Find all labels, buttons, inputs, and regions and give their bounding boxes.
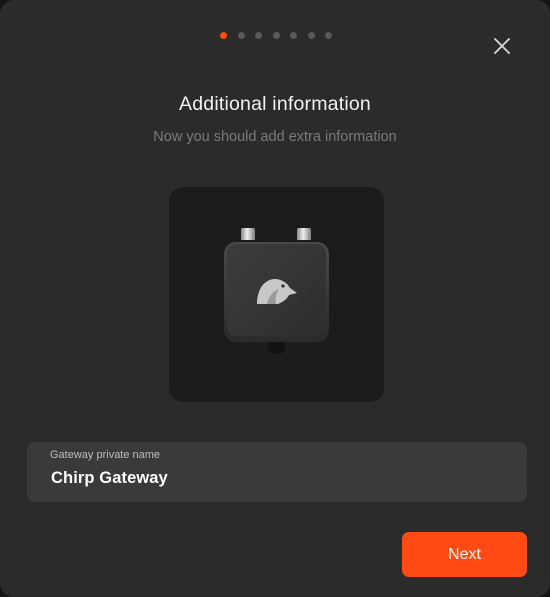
step-dot (290, 32, 297, 39)
step-dot (272, 32, 280, 39)
gateway-name-label: Gateway private name (50, 449, 161, 461)
gateway-name-input[interactable]: Chirp Gateway (51, 469, 168, 488)
step-dot (237, 32, 245, 39)
step-dot (307, 32, 315, 39)
gateway-device-icon (224, 228, 329, 354)
next-button[interactable]: Next (402, 532, 527, 577)
step-dot-active (220, 32, 227, 39)
gateway-name-field[interactable]: Gateway private name Chirp Gateway (27, 442, 527, 502)
device-illustration-card (169, 187, 384, 402)
onboarding-dialog: Additional information Now you should ad… (0, 0, 550, 597)
close-button[interactable] (492, 36, 512, 56)
dialog-subtitle: Now you should add extra information (153, 129, 397, 145)
step-indicator (1, 32, 549, 39)
step-dot (255, 32, 262, 39)
dialog-title: Additional information (179, 93, 371, 115)
step-dot (325, 32, 332, 39)
close-icon (494, 38, 510, 54)
